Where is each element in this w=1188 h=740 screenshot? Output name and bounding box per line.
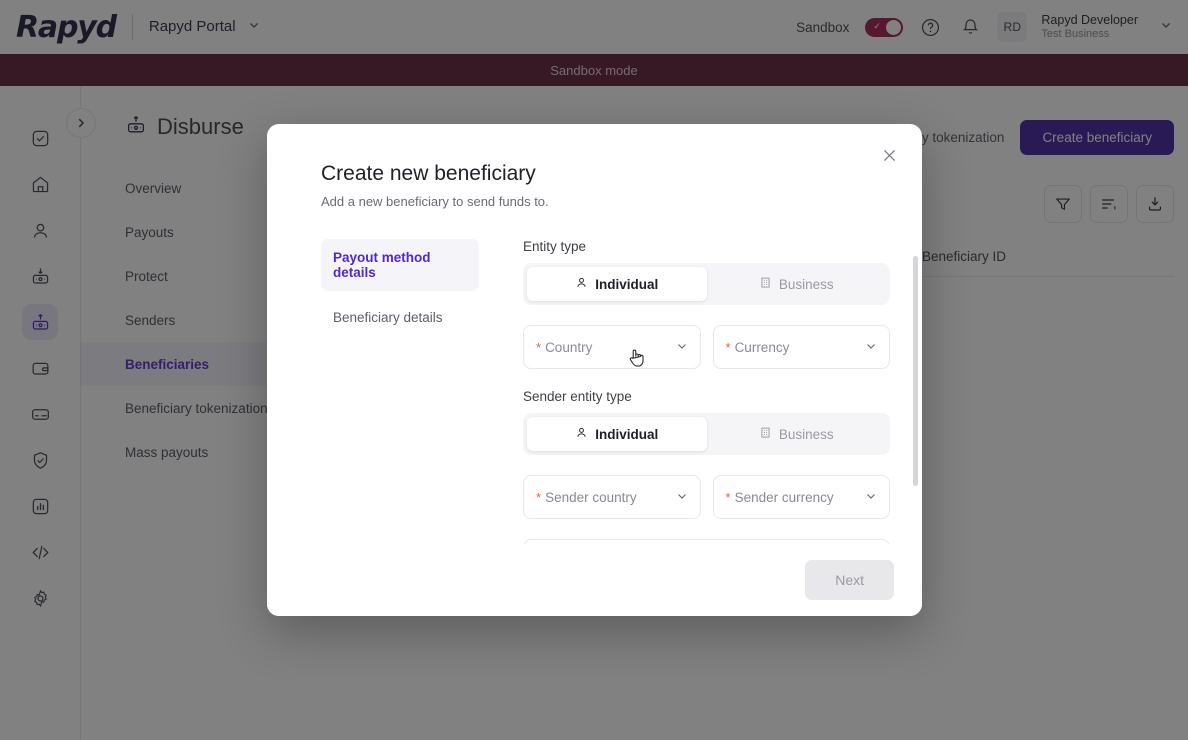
chevron-down-icon: [676, 340, 688, 355]
modal-subtitle: Add a new beneficiary to send funds to.: [321, 194, 890, 209]
sender-entity-type-segmented-control: Individual Business: [523, 413, 890, 455]
modal-footer: Next: [267, 544, 922, 616]
chevron-down-icon: [676, 490, 688, 505]
building-icon: [759, 426, 772, 442]
country-select-label: Country: [545, 340, 592, 355]
sender-country-select-label: Sender country: [545, 490, 637, 505]
modal-columns: Payout method details Beneficiary detail…: [321, 239, 890, 544]
building-icon: [759, 276, 772, 292]
modal-title: Create new beneficiary: [321, 162, 890, 186]
required-marker: *: [726, 490, 731, 505]
chevron-down-icon: [865, 490, 877, 505]
currency-select-label: Currency: [735, 340, 790, 355]
modal-step-tabs: Payout method details Beneficiary detail…: [321, 239, 479, 544]
entity-type-label: Entity type: [523, 239, 890, 254]
beneficiary-location-row: * Country * Currency: [523, 325, 890, 369]
tab-beneficiary-details[interactable]: Beneficiary details: [321, 299, 479, 336]
sender-currency-select[interactable]: * Sender currency: [713, 475, 891, 519]
required-marker: *: [536, 490, 541, 505]
currency-select[interactable]: * Currency: [713, 325, 891, 369]
sender-currency-select-label: Sender currency: [735, 490, 834, 505]
person-icon: [575, 426, 588, 442]
entity-type-segmented-control: Individual Business: [523, 263, 890, 305]
modal-body: Create new beneficiary Add a new benefic…: [267, 124, 922, 544]
person-icon: [575, 276, 588, 292]
app-root: Rapyd Rapyd Portal Sandbox ✓ RD Rapyd De…: [0, 0, 1188, 740]
entity-type-business-option[interactable]: Business: [707, 267, 887, 301]
entity-type-business-label: Business: [779, 277, 834, 292]
entity-type-individual-option[interactable]: Individual: [527, 267, 707, 301]
country-select[interactable]: * Country: [523, 325, 701, 369]
sender-entity-type-individual-option[interactable]: Individual: [527, 417, 707, 451]
sender-location-row: * Sender country * Sender currency: [523, 475, 890, 519]
next-button[interactable]: Next: [805, 560, 894, 600]
sender-entity-type-individual-label: Individual: [595, 427, 658, 442]
sender-entity-type-label: Sender entity type: [523, 389, 890, 404]
create-beneficiary-modal: Create new beneficiary Add a new benefic…: [267, 124, 922, 616]
required-marker: *: [726, 340, 731, 355]
required-marker: *: [536, 340, 541, 355]
sender-country-select[interactable]: * Sender country: [523, 475, 701, 519]
sender-entity-type-business-option[interactable]: Business: [707, 417, 887, 451]
sender-entity-type-business-label: Business: [779, 427, 834, 442]
modal-scrollbar[interactable]: [913, 256, 918, 486]
chevron-down-icon: [865, 340, 877, 355]
tab-payout-method-details[interactable]: Payout method details: [321, 239, 479, 291]
modal-form: Entity type Individual Busin: [523, 239, 890, 544]
entity-type-individual-label: Individual: [595, 277, 658, 292]
